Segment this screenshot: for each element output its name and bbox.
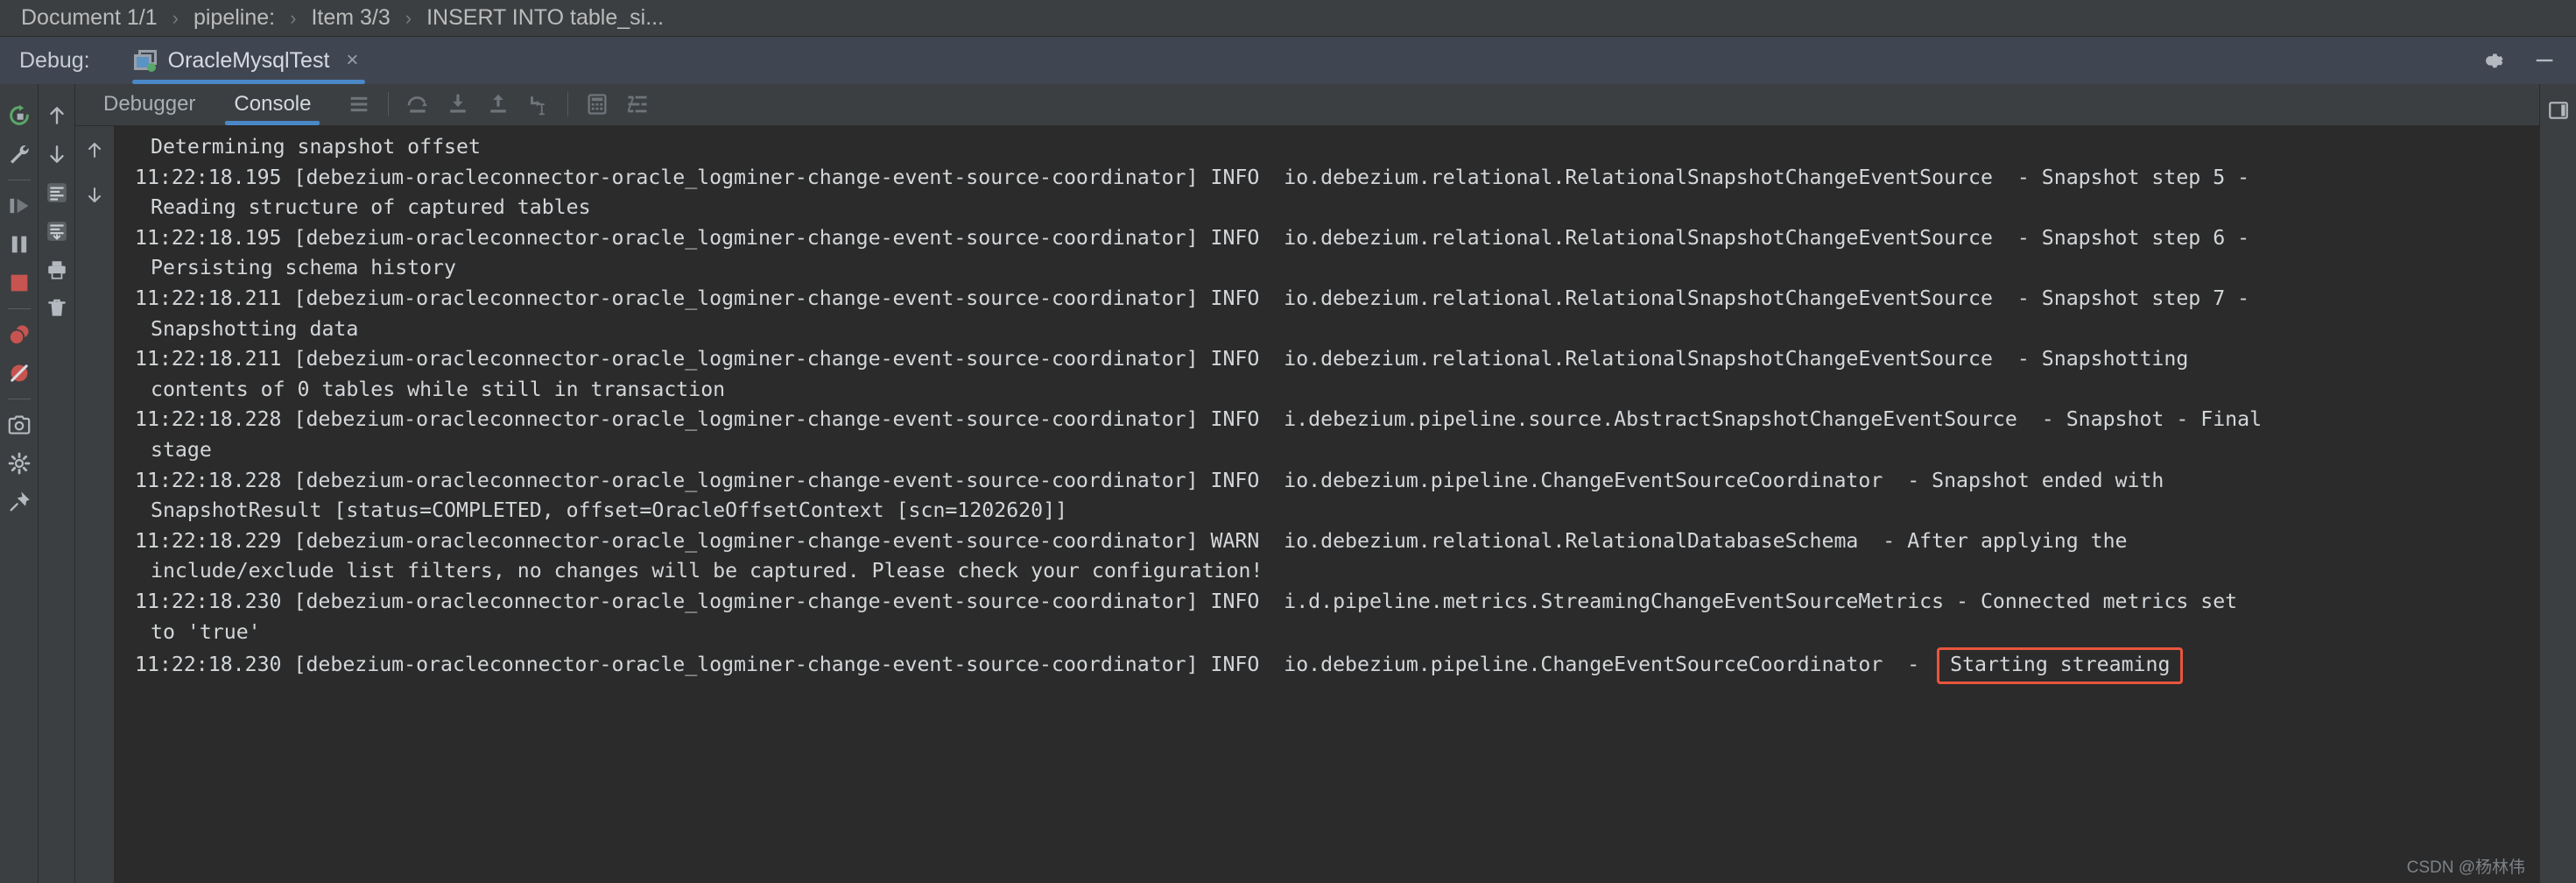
console-log-line: Reading structure of captured tables — [135, 193, 2539, 223]
pause-program-button[interactable] — [0, 225, 39, 264]
settings-list-icon[interactable] — [617, 83, 658, 125]
step-over-icon[interactable] — [398, 83, 438, 125]
rerun-button[interactable] — [0, 96, 39, 135]
highlight-annotation-box: Starting streaming — [1937, 647, 2183, 684]
breadcrumb-item-statement[interactable]: INSERT INTO table_si... — [426, 5, 664, 31]
console-log-line-prefix: 11:22:18.230 [debezium-oracleconnector-o… — [135, 653, 1932, 676]
debug-session-tab-label: OracleMysqlTest — [168, 48, 330, 74]
console-log-line: to 'true' — [135, 618, 2539, 648]
tab-debugger[interactable]: Debugger — [84, 83, 215, 125]
breadcrumb-item-document[interactable]: Document 1/1 — [21, 5, 158, 31]
tab-console[interactable]: Console — [215, 83, 330, 125]
breadcrumb: Document 1/1 › pipeline: › Item 3/3 › IN… — [0, 0, 2576, 37]
edit-configuration-button[interactable] — [0, 135, 39, 173]
toolbar-divider — [567, 92, 568, 117]
settings-gear-icon[interactable] — [0, 444, 39, 483]
debug-actions-rail — [0, 84, 39, 883]
minimize-icon[interactable] — [2532, 48, 2557, 73]
run-to-cursor-icon[interactable] — [518, 83, 559, 125]
evaluate-expression-icon[interactable] — [577, 83, 617, 125]
run-configuration-icon — [134, 50, 157, 71]
close-icon[interactable]: × — [346, 48, 358, 73]
console-toolbar: Debugger Console — [75, 84, 2539, 126]
pin-tab-icon[interactable] — [0, 483, 39, 521]
breadcrumb-separator-icon: › — [290, 7, 296, 30]
print-icon[interactable] — [38, 251, 76, 289]
stop-button[interactable] — [0, 264, 39, 302]
resume-program-button[interactable] — [0, 187, 39, 225]
breadcrumb-item-item[interactable]: Item 3/3 — [311, 5, 390, 31]
soft-wrap-icon[interactable] — [38, 173, 76, 212]
mute-breakpoints-button[interactable] — [0, 354, 39, 392]
debug-label: Debug: — [19, 48, 90, 74]
console-log-line: stage — [135, 435, 2539, 466]
console-log-line: 11:22:18.195 [debezium-oracleconnector-o… — [135, 223, 2539, 254]
console-log-line: 11:22:18.229 [debezium-oracleconnector-o… — [135, 526, 2539, 557]
step-into-icon[interactable] — [438, 83, 478, 125]
console-log-line: 11:22:18.228 [debezium-oracleconnector-o… — [135, 466, 2539, 497]
debug-tool-window: Document 1/1 › pipeline: › Item 3/3 › IN… — [0, 0, 2576, 883]
console-log-text[interactable]: Determining snapshot offset11:22:18.195 … — [114, 126, 2539, 883]
step-out-icon[interactable] — [478, 83, 518, 125]
breadcrumb-separator-icon: › — [172, 7, 179, 30]
rail-divider — [8, 308, 31, 309]
console-panel: Debugger Console — [75, 84, 2539, 883]
view-breakpoints-button[interactable] — [0, 315, 39, 354]
screenshot-icon[interactable] — [0, 406, 39, 444]
toolbar-divider — [388, 92, 389, 117]
console-gutter — [75, 126, 114, 883]
debug-session-tab[interactable]: OracleMysqlTest × — [127, 37, 371, 84]
console-log-line: SnapshotResult [status=COMPLETED, offset… — [135, 496, 2539, 526]
layout-panel-icon[interactable] — [2539, 91, 2576, 130]
console-log-line: contents of 0 tables while still in tran… — [135, 375, 2539, 406]
console-log-line: 11:22:18.211 [debezium-oracleconnector-o… — [135, 284, 2539, 314]
clear-all-icon[interactable] — [38, 289, 76, 328]
right-tool-rail — [2539, 84, 2576, 883]
frames-list-icon[interactable] — [339, 83, 379, 125]
scroll-up-button[interactable] — [38, 96, 76, 135]
console-log-line: 11:22:18.230 [debezium-oracleconnector-o… — [135, 587, 2539, 618]
console-log-line: 11:22:18.228 [debezium-oracleconnector-o… — [135, 405, 2539, 435]
console-log-line: 11:22:18.195 [debezium-oracleconnector-o… — [135, 163, 2539, 194]
breadcrumb-item-pipeline[interactable]: pipeline: — [194, 5, 275, 31]
previous-occurrence-icon[interactable] — [81, 135, 108, 165]
next-occurrence-icon[interactable] — [81, 180, 108, 210]
console-log-line: Snapshotting data — [135, 314, 2539, 345]
breadcrumb-separator-icon: › — [405, 7, 412, 30]
console-log-line-highlighted: 11:22:18.230 [debezium-oracleconnector-o… — [135, 647, 2539, 684]
watermark: CSDN @杨林伟 — [2407, 854, 2525, 878]
console-log-line: Persisting schema history — [135, 253, 2539, 284]
console-actions-rail — [39, 84, 75, 883]
console-log-line: Determining snapshot offset — [135, 132, 2539, 163]
console-log-line: include/exclude list filters, no changes… — [135, 556, 2539, 587]
scroll-to-end-icon[interactable] — [38, 212, 76, 251]
scroll-down-button[interactable] — [38, 135, 76, 173]
gear-icon[interactable] — [2483, 47, 2509, 74]
debug-tool-window-header: Debug: OracleMysqlTest × — [0, 37, 2576, 84]
console-output-area: Determining snapshot offset11:22:18.195 … — [75, 126, 2539, 883]
console-log-line: 11:22:18.211 [debezium-oracleconnector-o… — [135, 344, 2539, 375]
